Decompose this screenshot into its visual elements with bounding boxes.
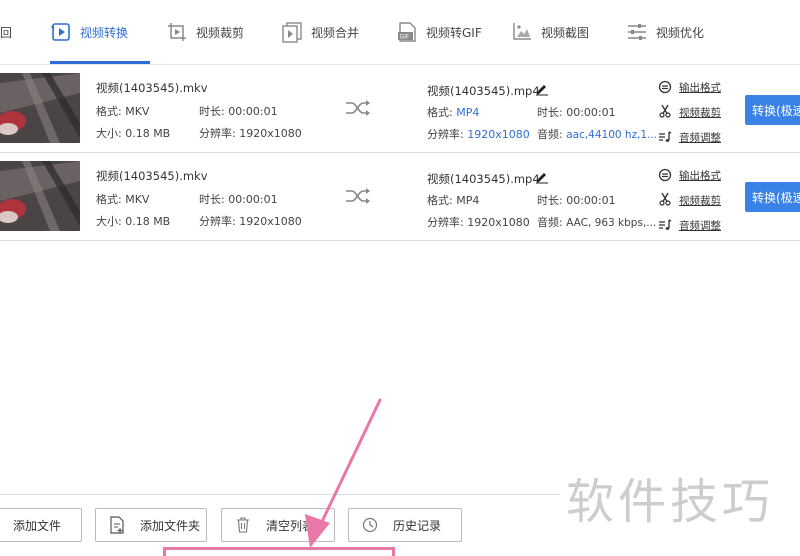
source-duration: 时长: 00:00:01 xyxy=(199,105,278,118)
audio-adjust-link[interactable]: 音频调整 xyxy=(679,130,721,145)
output-format: 格式: MP4 xyxy=(427,194,480,207)
output-format-link[interactable]: 输出格式 xyxy=(679,80,721,95)
tab-partial[interactable]: 回 xyxy=(0,0,12,64)
output-format: 格式: MP4 xyxy=(427,106,480,119)
tab-video-optimize[interactable]: 视频优化 xyxy=(626,0,704,64)
source-format: 格式: MKV xyxy=(96,105,150,118)
output-duration: 时长: 00:00:01 xyxy=(537,194,616,207)
highlight-box xyxy=(163,547,395,556)
output-file-name: 视频(1403545).mp4 xyxy=(427,172,540,186)
audio-adjust-link[interactable]: 音频调整 xyxy=(679,218,721,233)
trash-icon xyxy=(234,516,252,534)
source-resolution: 分辨率: 1920x1080 xyxy=(199,127,302,140)
tab-video-crop[interactable]: 视频裁剪 xyxy=(166,0,244,64)
video-convert-icon xyxy=(50,21,72,43)
edit-pencil-icon[interactable] xyxy=(535,82,549,96)
output-format-icon xyxy=(658,168,672,182)
video-thumbnail xyxy=(0,161,80,231)
add-file-button[interactable]: 添加文件 xyxy=(0,508,82,542)
video-thumbnail xyxy=(0,73,80,143)
watermark: 软件技巧 xyxy=(566,474,775,530)
video-crop-link[interactable]: 视频裁剪 xyxy=(679,193,721,208)
shuffle-icon xyxy=(346,100,370,116)
source-file-name: 视频(1403545).mkv xyxy=(96,81,208,95)
output-format-icon xyxy=(658,80,672,94)
source-size: 大小: 0.18 MB xyxy=(96,127,171,140)
source-size: 大小: 0.18 MB xyxy=(96,215,171,228)
history-button[interactable]: 历史记录 xyxy=(348,508,462,542)
video-merge-icon xyxy=(281,21,303,43)
audio-adjust-icon xyxy=(658,218,672,232)
source-resolution: 分辨率: 1920x1080 xyxy=(199,215,302,228)
screenshot-icon xyxy=(511,21,533,43)
output-resolution: 分辨率: 1920x1080 xyxy=(427,128,530,141)
scissors-icon xyxy=(658,104,672,118)
clear-list-button[interactable]: 清空列表 xyxy=(221,508,335,542)
tab-video-merge[interactable]: 视频合并 xyxy=(281,0,359,64)
add-folder-button[interactable]: 添加文件夹 xyxy=(95,508,207,542)
edit-pencil-icon[interactable] xyxy=(535,170,549,184)
svg-text:GIF: GIF xyxy=(400,34,410,41)
scissors-icon xyxy=(658,192,672,206)
convert-button[interactable]: 转换(极速 xyxy=(745,95,800,125)
source-format: 格式: MKV xyxy=(96,193,150,206)
tab-video-convert[interactable]: 视频转换 xyxy=(50,0,150,64)
file-row[interactable]: 视频(1403545).mkv 格式: MKV 时长: 00:00:01 大小:… xyxy=(0,65,800,153)
source-duration: 时长: 00:00:01 xyxy=(199,193,278,206)
shuffle-icon xyxy=(346,188,370,204)
tab-video-gif[interactable]: GIF 视频转GIF xyxy=(396,0,482,64)
convert-button[interactable]: 转换(极速 xyxy=(745,182,800,212)
file-row[interactable]: 视频(1403545).mkv 格式: MKV 时长: 00:00:01 大小:… xyxy=(0,153,800,241)
audio-adjust-icon xyxy=(658,130,672,144)
add-folder-icon xyxy=(108,516,126,534)
output-audio: 音频: aac,44100 hz,1... xyxy=(537,128,658,141)
output-duration: 时长: 00:00:01 xyxy=(537,106,616,119)
tab-bar: 回 视频转换 视频裁剪 视频合并 GIF 视频转GIF 视频截图 视频优化 xyxy=(0,0,800,65)
output-format-link[interactable]: 输出格式 xyxy=(679,168,721,183)
source-file-name: 视频(1403545).mkv xyxy=(96,169,208,183)
tab-video-screenshot[interactable]: 视频截图 xyxy=(511,0,589,64)
output-file-name: 视频(1403545).mp4 xyxy=(427,84,540,98)
clock-icon xyxy=(361,516,379,534)
video-crop-link[interactable]: 视频裁剪 xyxy=(679,105,721,120)
output-audio: 音频: AAC, 963 kbps,... xyxy=(537,216,657,229)
video-crop-icon xyxy=(166,21,188,43)
optimize-icon xyxy=(626,21,648,43)
gif-icon: GIF xyxy=(396,21,418,43)
output-resolution: 分辨率: 1920x1080 xyxy=(427,216,530,229)
